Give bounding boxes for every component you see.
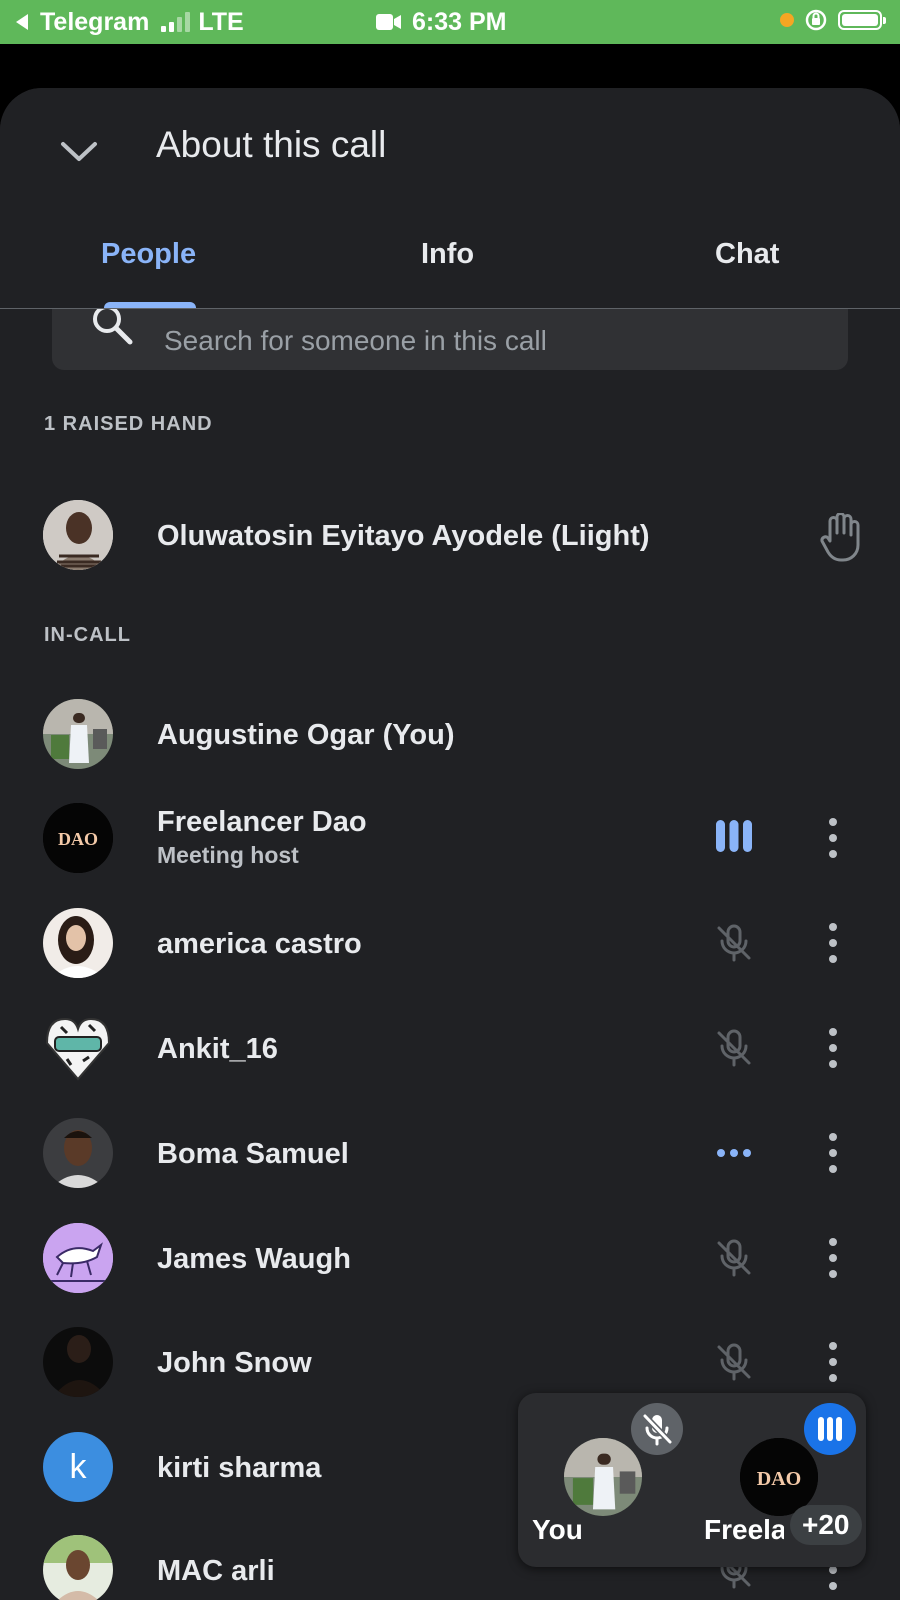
mic-off-badge xyxy=(631,1403,683,1455)
participant-name: america castro xyxy=(157,928,362,960)
status-bar: Telegram LTE 6:33 PM xyxy=(0,0,900,44)
avatar xyxy=(43,1013,113,1083)
battery-icon xyxy=(838,10,886,30)
participant-name: James Waugh xyxy=(157,1243,351,1275)
clock: 6:33 PM xyxy=(412,8,507,36)
self-label: You xyxy=(532,1514,583,1545)
avatar xyxy=(43,1327,113,1397)
tab-chat[interactable]: Chat xyxy=(715,238,779,271)
dao-logo-text: DAO xyxy=(757,1468,802,1490)
participant-name: kirti sharma xyxy=(157,1452,322,1484)
more-options-icon[interactable] xyxy=(821,1133,845,1173)
participant-name: Oluwatosin Eyitayo Ayodele (Liight) xyxy=(157,520,650,552)
tab-people[interactable]: People xyxy=(101,238,196,271)
participant-row[interactable]: america castro xyxy=(0,893,900,993)
tab-info[interactable]: Info xyxy=(421,238,474,271)
avatar xyxy=(43,908,113,978)
participant-name: Augustine Ogar (You) xyxy=(157,719,455,751)
mic-off-icon xyxy=(642,1413,673,1446)
avatar: k xyxy=(43,1432,113,1502)
participant-row[interactable]: DAO Freelancer Dao Meeting host xyxy=(0,788,900,888)
sheet-header: About this call People Info Chat xyxy=(0,88,900,309)
avatar xyxy=(43,1535,113,1600)
status-left[interactable]: Telegram LTE xyxy=(14,8,244,36)
call-pip-overlay[interactable]: You DAO Freela +20 xyxy=(518,1393,866,1567)
status-center: 6:33 PM xyxy=(376,8,506,36)
mic-off-icon xyxy=(717,1029,751,1067)
audio-level-icon xyxy=(818,1417,842,1441)
avatar xyxy=(43,1223,113,1293)
signal-icon xyxy=(161,12,191,32)
rotation-lock-icon xyxy=(805,9,827,31)
participant-role: Meeting host xyxy=(157,842,299,868)
participant-name: John Snow xyxy=(157,1347,312,1379)
audio-level-badge xyxy=(804,1403,856,1455)
status-right xyxy=(780,8,886,32)
mic-off-icon xyxy=(717,1239,751,1277)
section-in-call: IN-CALL xyxy=(44,624,131,646)
audio-level-icon xyxy=(716,820,752,852)
other-label: Freela xyxy=(704,1514,784,1545)
self-avatar xyxy=(564,1438,642,1516)
participant-name: Ankit_16 xyxy=(157,1033,278,1065)
participant-row[interactable]: Boma Samuel xyxy=(0,1103,900,1203)
mic-off-icon xyxy=(717,1343,751,1381)
more-options-icon[interactable] xyxy=(821,818,845,858)
raised-hand-icon xyxy=(820,513,860,562)
avatar xyxy=(43,699,113,769)
dao-logo-text: DAO xyxy=(58,829,98,849)
avatar: DAO xyxy=(43,803,113,873)
participant-count-badge: +20 xyxy=(790,1505,862,1545)
more-options-icon[interactable] xyxy=(821,1028,845,1068)
video-camera-icon xyxy=(376,14,401,30)
more-options-icon[interactable] xyxy=(821,1342,845,1382)
avatar xyxy=(43,500,113,570)
active-tab-indicator xyxy=(104,302,196,308)
participant-row[interactable]: Ankit_16 xyxy=(0,998,900,1098)
back-arrow-icon xyxy=(16,14,28,30)
avatar xyxy=(43,1118,113,1188)
chevron-down-icon[interactable] xyxy=(55,128,103,176)
page-title: About this call xyxy=(156,124,387,165)
participant-name: Freelancer Dao xyxy=(157,806,367,838)
section-raised-hand: 1 RAISED HAND xyxy=(44,413,213,435)
mic-off-icon xyxy=(717,924,751,962)
privacy-indicator-icon xyxy=(780,13,794,27)
network-label: LTE xyxy=(198,8,244,36)
more-options-icon[interactable] xyxy=(821,1238,845,1278)
participant-row[interactable]: Augustine Ogar (You) xyxy=(0,684,900,784)
participant-name: Boma Samuel xyxy=(157,1138,349,1170)
participant-row[interactable]: James Waugh xyxy=(0,1208,900,1308)
about-call-sheet: About this call People Info Chat 1 RAISE… xyxy=(0,88,900,1600)
connecting-dots-icon xyxy=(717,1149,751,1157)
participant-name: MAC arli xyxy=(157,1555,275,1587)
back-app-label: Telegram xyxy=(40,8,150,36)
raised-hand-row[interactable]: Oluwatosin Eyitayo Ayodele (Liight) xyxy=(0,485,900,585)
more-options-icon[interactable] xyxy=(821,923,845,963)
